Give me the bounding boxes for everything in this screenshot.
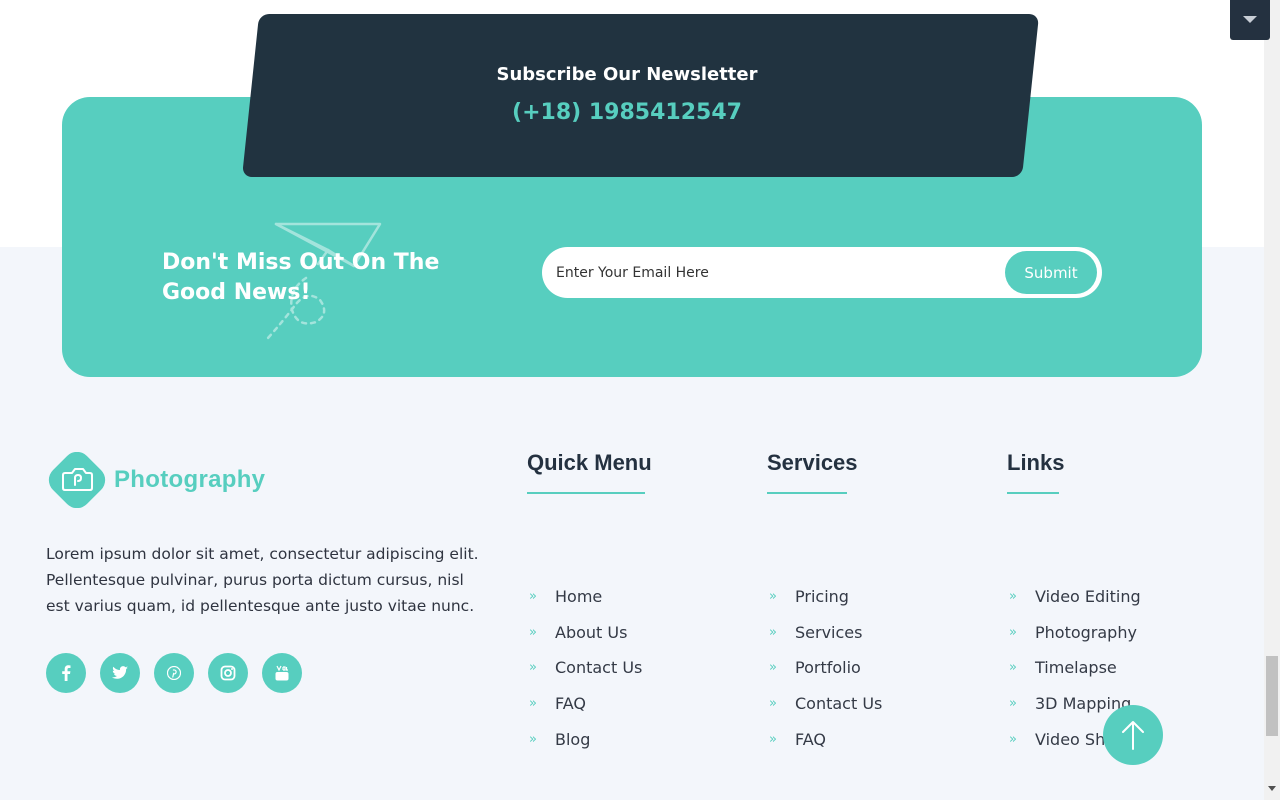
pinterest-icon[interactable] xyxy=(154,653,194,693)
chevron-double-right-icon: » xyxy=(769,660,777,676)
quick-menu-item-home[interactable]: » Home xyxy=(527,579,642,615)
quick-menu-item-blog[interactable]: » Blog xyxy=(527,721,642,757)
newsletter-phone[interactable]: (+18) 1985412547 xyxy=(242,100,1012,125)
chevron-double-right-icon: » xyxy=(1009,660,1017,676)
services-column: Services » Pricing » Services » Portfolio »… xyxy=(767,450,882,749)
chevron-double-right-icon: » xyxy=(529,731,537,747)
dropdown-toggle-button[interactable] xyxy=(1230,0,1270,40)
quick-menu-list: » Home » About Us » Contact Us » FAQ » Blog xyxy=(527,579,642,757)
quick-menu-item-contact-us[interactable]: » Contact Us xyxy=(527,650,642,686)
chevron-double-right-icon: » xyxy=(769,696,777,712)
camera-logo-icon xyxy=(48,452,106,508)
arrow-up-icon xyxy=(1122,721,1144,750)
scroll-down-arrow-icon[interactable] xyxy=(1268,786,1276,791)
chevron-double-right-icon: » xyxy=(769,589,777,605)
chevron-double-right-icon: » xyxy=(1009,589,1017,605)
newsletter-title: Subscribe Our Newsletter xyxy=(496,64,758,85)
services-list: » Pricing » Services » Portfolio » Contact U… xyxy=(767,579,882,757)
facebook-icon[interactable] xyxy=(46,653,86,693)
chevron-double-right-icon: » xyxy=(529,624,537,640)
links-title: Links xyxy=(1007,450,1065,475)
links-item-photography[interactable]: » Photography xyxy=(1007,615,1156,651)
title-underline xyxy=(1007,492,1059,494)
services-item-contact-us[interactable]: » Contact Us xyxy=(767,686,882,722)
services-title: Services xyxy=(767,450,858,475)
quick-menu-column: Quick Menu » Home » About Us » Contact Us »… xyxy=(527,450,652,749)
chevron-double-right-icon: » xyxy=(529,660,537,676)
social-links xyxy=(46,653,302,693)
newsletter-card-content: Subscribe Our Newsletter (+18) 198541254… xyxy=(242,14,1022,177)
page-scrollbar[interactable] xyxy=(1264,0,1280,800)
services-item-services[interactable]: » Services xyxy=(767,615,882,651)
links-item-video-editing[interactable]: » Video Editing xyxy=(1007,579,1156,615)
links-item-timelapse[interactable]: » Timelapse xyxy=(1007,650,1156,686)
quick-menu-item-about-us[interactable]: » About Us xyxy=(527,615,642,651)
email-input[interactable] xyxy=(556,259,996,286)
logo-text: Photography xyxy=(114,466,266,493)
quick-menu-item-faq[interactable]: » FAQ xyxy=(527,686,642,722)
chevron-double-right-icon: » xyxy=(1009,731,1017,747)
scrollbar-thumb[interactable] xyxy=(1266,656,1278,736)
chevron-double-right-icon: » xyxy=(769,731,777,747)
submit-button[interactable]: Submit xyxy=(1005,251,1097,294)
links-column: Links » Video Editing » Photography » Timel… xyxy=(1007,450,1156,749)
services-item-pricing[interactable]: » Pricing xyxy=(767,579,882,615)
instagram-icon[interactable] xyxy=(208,653,248,693)
chevron-double-right-icon: » xyxy=(1009,696,1017,712)
services-item-faq[interactable]: » FAQ xyxy=(767,721,882,757)
services-item-portfolio[interactable]: » Portfolio xyxy=(767,650,882,686)
brand-logo[interactable]: Photography xyxy=(46,452,265,508)
title-underline xyxy=(527,492,645,494)
quick-menu-title: Quick Menu xyxy=(527,450,652,475)
about-text: Lorem ipsum dolor sit amet, consectetur … xyxy=(46,545,479,615)
youtube-icon[interactable] xyxy=(262,653,302,693)
chevron-double-right-icon: » xyxy=(769,624,777,640)
twitter-icon[interactable] xyxy=(100,653,140,693)
subscribe-heading: Don't Miss Out On The Good News! xyxy=(162,250,440,305)
title-underline xyxy=(767,492,847,494)
chevron-double-right-icon: » xyxy=(529,696,537,712)
chevron-double-right-icon: » xyxy=(529,589,537,605)
chevron-double-right-icon: » xyxy=(1009,624,1017,640)
subscribe-form: Submit xyxy=(542,247,1102,298)
caret-down-icon xyxy=(1243,16,1257,23)
back-to-top-button[interactable] xyxy=(1103,705,1163,765)
